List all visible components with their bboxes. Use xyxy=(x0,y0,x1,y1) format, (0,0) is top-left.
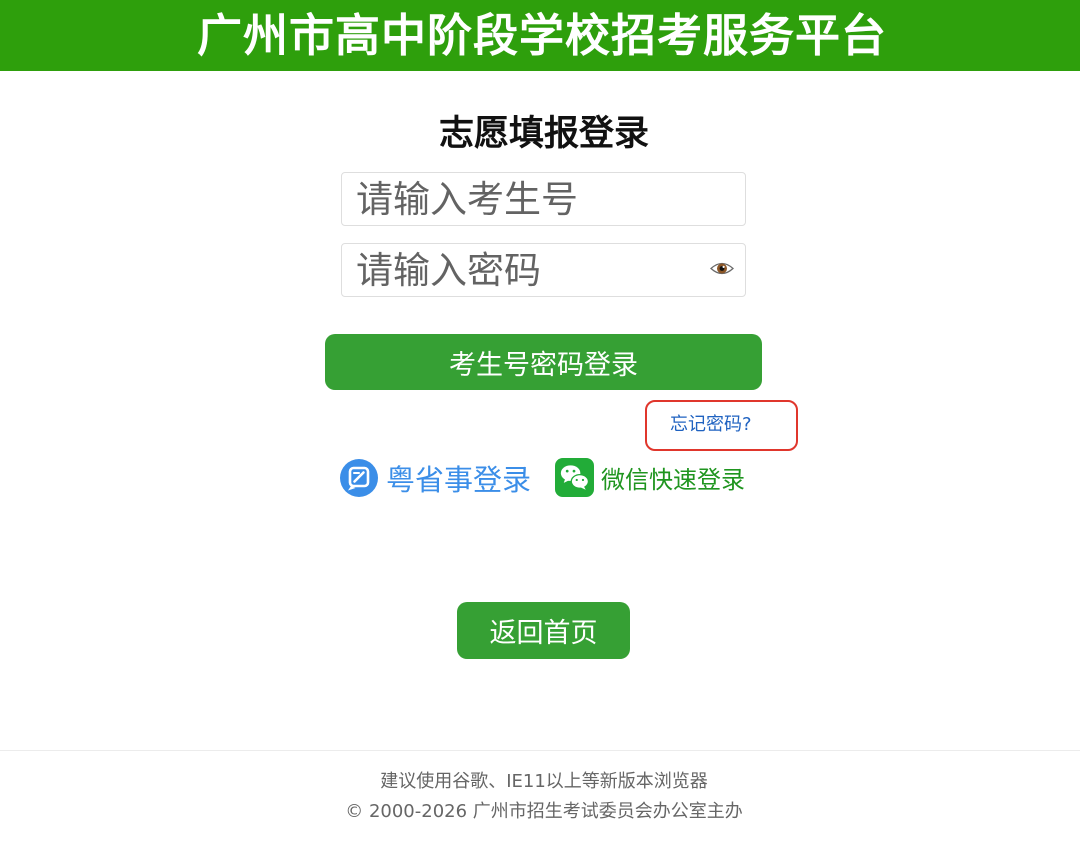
password-field xyxy=(341,243,746,297)
site-title: 广州市高中阶段学校招考服务平台 xyxy=(196,9,887,62)
copyright-text: © 2000-2026 广州市招生考试委员会办公室主办 xyxy=(345,801,743,822)
footer-divider xyxy=(0,750,1080,751)
browser-tip: 建议使用谷歌、IE11以上等新版本浏览器 xyxy=(380,771,708,792)
yueshengshi-icon xyxy=(340,458,378,497)
eye-icon[interactable] xyxy=(710,260,734,277)
site-header: 广州市高中阶段学校招考服务平台 xyxy=(0,0,1080,71)
login-button[interactable]: 考生号密码登录 xyxy=(325,334,762,390)
exam-id-input[interactable] xyxy=(341,172,746,226)
login-title: 志愿填报登录 xyxy=(438,114,649,154)
wechat-icon xyxy=(555,458,594,497)
back-home-button[interactable]: 返回首页 xyxy=(457,602,630,659)
site-footer: 建议使用谷歌、IE11以上等新版本浏览器 © 2000-2026 广州市招生考试… xyxy=(244,770,844,830)
yueshengshi-login-label: 粤省事登录 xyxy=(386,462,532,497)
wechat-login-link[interactable]: 微信快速登录 xyxy=(555,458,745,497)
wechat-login-label: 微信快速登录 xyxy=(601,466,745,494)
password-input[interactable] xyxy=(341,243,746,297)
forgot-password-link[interactable]: 忘记密码? xyxy=(670,413,752,437)
yueshengshi-login-link[interactable]: 粤省事登录 xyxy=(340,458,531,497)
